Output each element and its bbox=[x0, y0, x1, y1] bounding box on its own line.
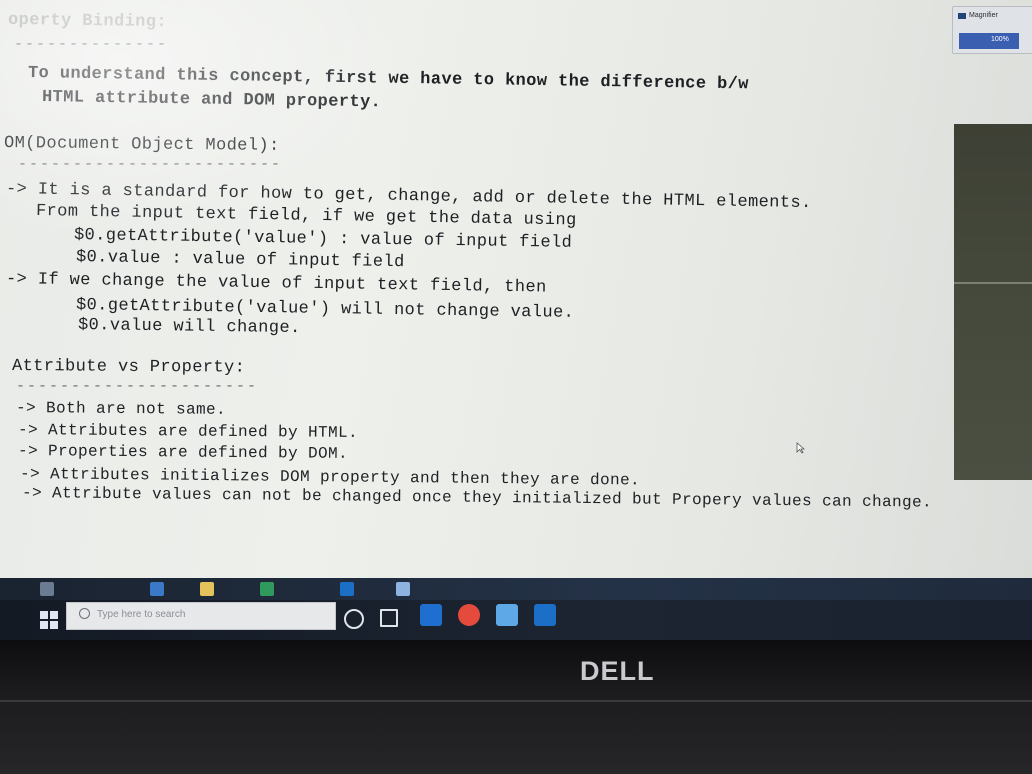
attr-line-5: -> Attribute values can not be changed o… bbox=[21, 484, 933, 512]
mail-app-icon[interactable] bbox=[420, 604, 442, 626]
attr-line-1: -> Both are not same. bbox=[15, 399, 227, 419]
ghost-start-icon bbox=[40, 582, 54, 596]
ghost-folder-icon bbox=[200, 582, 214, 596]
notes-document: operty Binding: -------------- To unders… bbox=[0, 0, 1032, 580]
magnifier-zoom-button[interactable]: 100% bbox=[959, 33, 1019, 49]
side-panel bbox=[954, 124, 1032, 480]
taskbar-search-box[interactable]: Type here to search bbox=[66, 602, 336, 630]
magnifier-icon bbox=[958, 13, 966, 19]
heading-property-binding: operty Binding: bbox=[7, 10, 168, 33]
ghost-app-icon bbox=[396, 582, 410, 596]
attr-underline: ---------------------- bbox=[16, 378, 259, 395]
ghost-edge-icon bbox=[150, 582, 164, 596]
mouse-cursor-icon bbox=[796, 442, 806, 454]
vscode-icon[interactable] bbox=[534, 604, 556, 626]
taskbar-ghost-row bbox=[0, 578, 1032, 600]
search-icon bbox=[79, 608, 90, 619]
magnifier-zoom-label: 100% bbox=[991, 36, 1009, 43]
dom-line-4: $0.value : value of input field bbox=[75, 248, 405, 273]
side-panel-divider bbox=[954, 282, 1032, 284]
dom-heading: OM(Document Object Model): bbox=[3, 134, 280, 156]
dom-line-5: -> If we change the value of input text … bbox=[5, 270, 547, 298]
dell-logo: DELL bbox=[580, 656, 655, 686]
taskbar: Type here to search bbox=[0, 600, 1032, 640]
ghost-vscode-icon bbox=[340, 582, 354, 596]
heading-underline: -------------- bbox=[14, 36, 169, 53]
magnifier-title: Magnifier bbox=[969, 12, 998, 19]
laptop-bezel bbox=[0, 640, 1032, 774]
bezel-edge bbox=[0, 700, 1032, 702]
magnifier-window[interactable]: Magnifier 100% bbox=[952, 6, 1032, 54]
dom-line-7: $0.value will change. bbox=[77, 316, 301, 339]
attr-heading: Attribute vs Property: bbox=[11, 357, 246, 378]
ghost-store-icon bbox=[260, 582, 274, 596]
intro-line-2: HTML attribute and DOM property. bbox=[41, 88, 382, 113]
chrome-icon[interactable] bbox=[458, 604, 480, 626]
cortana-icon[interactable] bbox=[344, 609, 364, 629]
task-view-icon[interactable] bbox=[380, 609, 398, 627]
dom-underline: ------------------------ bbox=[18, 156, 283, 173]
search-placeholder: Type here to search bbox=[97, 609, 186, 620]
laptop-screen: operty Binding: -------------- To unders… bbox=[0, 0, 1032, 640]
attr-line-2: -> Attributes are defined by HTML. bbox=[17, 421, 359, 442]
windows-start-icon[interactable] bbox=[40, 611, 58, 629]
browser-app-icon[interactable] bbox=[496, 604, 518, 626]
attr-line-3: -> Properties are defined by DOM. bbox=[17, 442, 349, 463]
